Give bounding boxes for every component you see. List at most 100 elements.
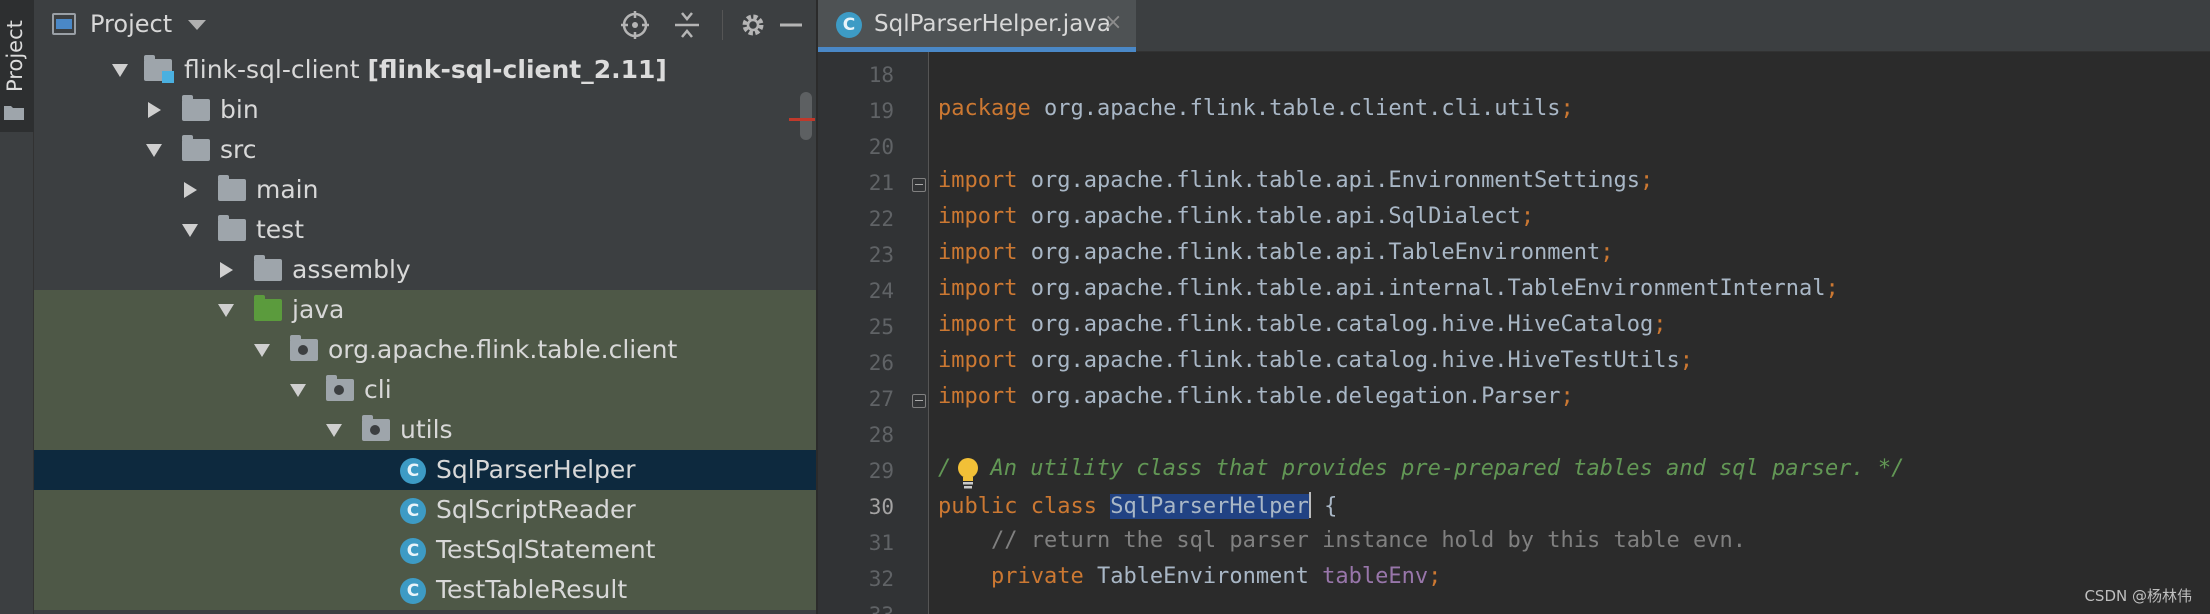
code-line-24: import org.apache.flink.table.api.intern…: [938, 276, 1839, 301]
line-number-gutter: 18 19 20 21 22 23 24 25 26 27 28 29 30 3…: [818, 52, 928, 614]
expand-arrow-icon[interactable]: [254, 344, 270, 357]
tree-item-bin[interactable]: bin: [34, 90, 817, 130]
folder-icon: [182, 135, 210, 161]
fold-marker-icon[interactable]: [912, 394, 926, 408]
tree-item-label: TestTableResult: [436, 575, 628, 604]
package-icon: [290, 335, 318, 361]
collapsed-arrow-icon[interactable]: [148, 102, 161, 118]
line-number: 20: [868, 135, 894, 159]
tool-window-strip: Project: [0, 0, 34, 614]
tree-item-utils[interactable]: utils: [34, 410, 817, 450]
collapsed-arrow-icon[interactable]: [220, 262, 233, 278]
line-number: 33: [818, 603, 894, 614]
tree-item-cli[interactable]: cli: [34, 370, 817, 410]
header-separator: [722, 10, 723, 40]
locate-icon[interactable]: [618, 8, 652, 42]
tree-item-label: main: [256, 175, 319, 204]
editor-tab-bar: C SqlParserHelper.java ×: [818, 0, 2210, 52]
expand-arrow-icon[interactable]: [182, 224, 198, 237]
tree-item-label: bin: [220, 95, 259, 124]
tab-sqlparserhelper[interactable]: C SqlParserHelper.java ×: [818, 0, 1136, 52]
project-scrollbar[interactable]: [800, 92, 812, 140]
java-class-icon: C: [836, 12, 862, 38]
expand-arrow-icon[interactable]: [146, 144, 162, 157]
project-tool-tab[interactable]: Project: [0, 0, 34, 132]
java-class-icon: C: [400, 458, 426, 484]
expand-arrow-icon[interactable]: [218, 304, 234, 317]
project-tree: flink-sql-client [flink-sql-client_2.11]…: [34, 50, 817, 614]
code-line-31: // return the sql parser instance hold b…: [938, 528, 1746, 553]
java-class-icon: C: [400, 538, 426, 564]
tree-item-label: org.apache.flink.table.client: [328, 335, 678, 364]
tree-item-label: java: [292, 295, 345, 324]
line-number: 22: [868, 207, 894, 231]
project-tool-tab-label: Project: [3, 20, 27, 92]
tree-item-testsqlstatement[interactable]: C TestSqlStatement: [34, 530, 817, 570]
tree-item-label: utils: [400, 415, 453, 444]
tree-item-label: SqlScriptReader: [436, 495, 636, 524]
test-source-folder-icon: [254, 295, 282, 321]
code-line-21: import org.apache.flink.table.api.Enviro…: [938, 168, 1654, 193]
chevron-down-icon[interactable]: [188, 20, 206, 30]
tree-item-src[interactable]: src: [34, 130, 817, 170]
close-icon[interactable]: ×: [1104, 10, 1122, 35]
tree-item-label: SqlParserHelper: [436, 455, 636, 484]
code-line-30: public class SqlParserHelper {: [938, 492, 1338, 519]
line-number-current: 30: [868, 495, 894, 519]
project-panel: Project flink-sql-client [flink-sql-clie…: [34, 0, 817, 614]
lightbulb-icon[interactable]: [954, 456, 982, 490]
code-line-26: import org.apache.flink.table.catalog.hi…: [938, 348, 1693, 373]
tree-item-flink-sql-client[interactable]: flink-sql-client [flink-sql-client_2.11]: [34, 50, 817, 90]
gear-icon[interactable]: [736, 8, 770, 42]
code-line-27: import org.apache.flink.table.delegation…: [938, 384, 1574, 409]
folder-icon: [218, 175, 246, 201]
tree-item-sqlscriptreader[interactable]: C SqlScriptReader: [34, 490, 817, 530]
tree-item-label: src: [220, 135, 257, 164]
line-number: 29: [868, 459, 894, 483]
project-panel-title[interactable]: Project: [90, 10, 172, 38]
line-number: 23: [868, 243, 894, 267]
code-editor: C SqlParserHelper.java × 18 19 20 21 22 …: [818, 0, 2210, 614]
code-line-23: import org.apache.flink.table.api.TableE…: [938, 240, 1614, 265]
code-line-25: import org.apache.flink.table.catalog.hi…: [938, 312, 1667, 337]
line-number: 25: [868, 315, 894, 339]
tree-item-sqlparserhelper[interactable]: C SqlParserHelper: [34, 450, 817, 490]
folder-icon: [4, 106, 24, 120]
line-number: 26: [868, 351, 894, 375]
expand-arrow-icon[interactable]: [326, 424, 342, 437]
line-number: 32: [868, 567, 894, 591]
scroll-marker: [789, 118, 815, 121]
project-panel-header: Project: [34, 0, 817, 50]
java-class-icon: C: [400, 498, 426, 524]
folder-icon: [218, 215, 246, 241]
line-number: 19: [868, 99, 894, 123]
tree-item-label: assembly: [292, 255, 411, 284]
collapse-all-icon[interactable]: [670, 8, 704, 42]
tree-item-assembly[interactable]: assembly: [34, 250, 817, 290]
line-number: 31: [868, 531, 894, 555]
code-line-19: package org.apache.flink.table.client.cl…: [938, 96, 1574, 121]
line-number: 27: [868, 387, 894, 411]
java-class-icon: C: [400, 578, 426, 604]
expand-arrow-icon[interactable]: [112, 64, 128, 77]
code-line-32: private TableEnvironment tableEnv;: [938, 564, 1442, 589]
tree-item-java[interactable]: java: [34, 290, 817, 330]
tree-item-testtableresult[interactable]: C TestTableResult: [34, 570, 817, 610]
code-line-29: / An utility class that provides pre-pre…: [938, 456, 1905, 481]
code-line-22: import org.apache.flink.table.api.SqlDia…: [938, 204, 1535, 229]
gutter-divider: [928, 52, 929, 614]
tree-item-label: flink-sql-client [flink-sql-client_2.11]: [184, 55, 667, 84]
collapsed-arrow-icon[interactable]: [184, 182, 197, 198]
tree-item-main[interactable]: main: [34, 170, 817, 210]
tab-label: SqlParserHelper.java: [874, 11, 1111, 37]
tree-item-test[interactable]: test: [34, 210, 817, 250]
fold-marker-icon[interactable]: [912, 178, 926, 192]
project-view-icon: [52, 13, 76, 35]
tree-item-package-client[interactable]: org.apache.flink.table.client: [34, 330, 817, 370]
expand-arrow-icon[interactable]: [290, 384, 306, 397]
package-icon: [326, 375, 354, 401]
folder-icon: [254, 255, 282, 281]
minimize-icon[interactable]: [774, 8, 808, 42]
tree-item-label: cli: [364, 375, 392, 404]
package-icon: [362, 415, 390, 441]
